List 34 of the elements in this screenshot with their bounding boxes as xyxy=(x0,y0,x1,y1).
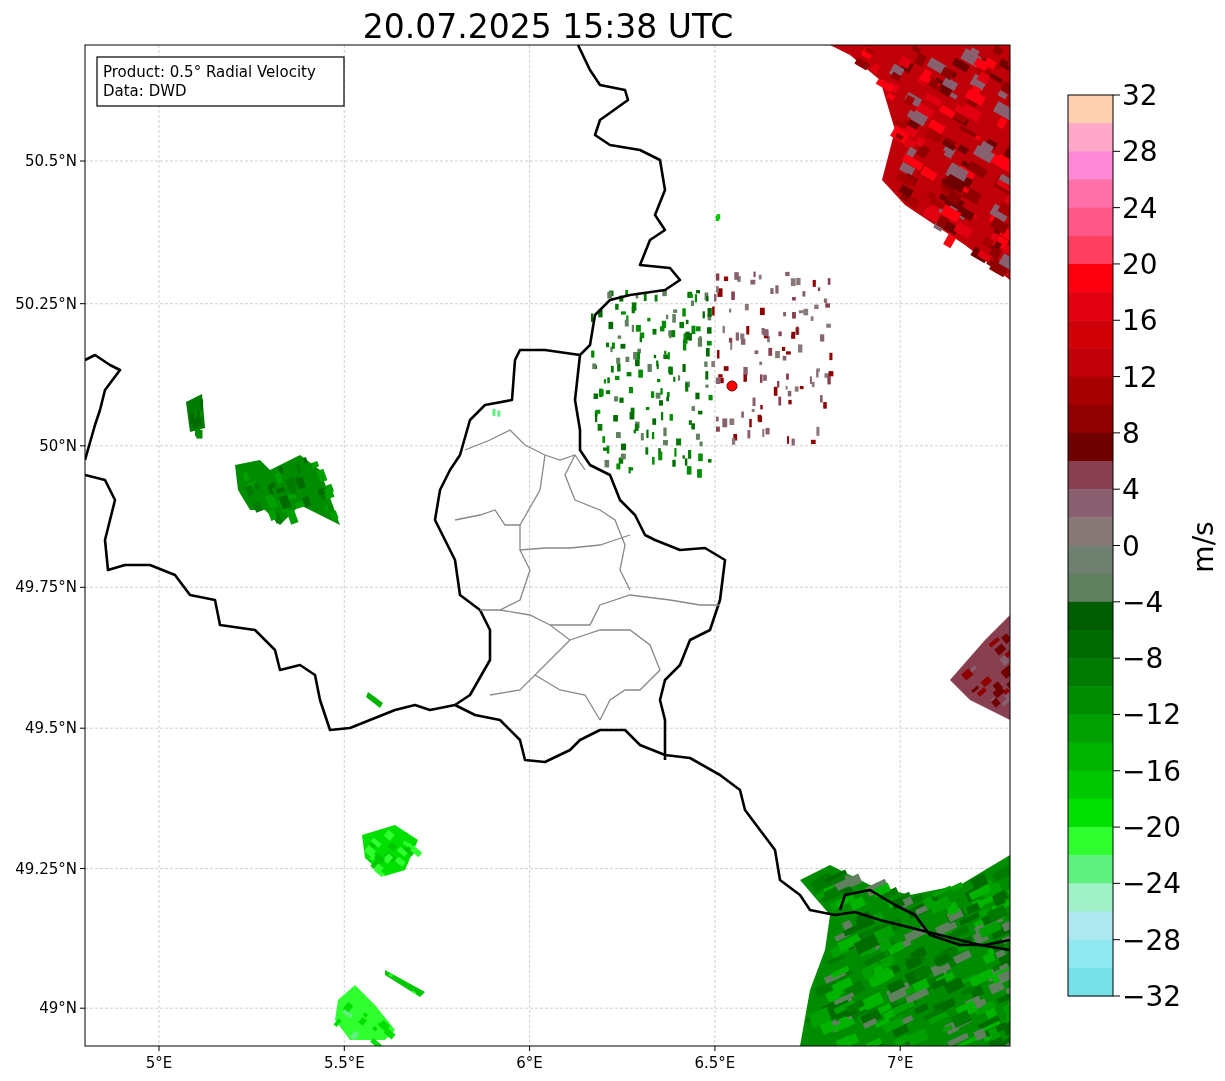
colorbar-tick-label: 32 xyxy=(1122,79,1158,112)
colorbar-tick-label: 20 xyxy=(1122,247,1158,281)
colorbar-unit-label: m/s xyxy=(1187,521,1220,573)
y-tick-label: 49.5°N xyxy=(24,719,77,738)
x-tick-label: 6.5°E xyxy=(694,1054,736,1072)
x-tick-label: 5°E xyxy=(145,1054,173,1072)
colorbar-tick-label: −24 xyxy=(1122,867,1182,901)
colorbar-tick-label: −32 xyxy=(1122,980,1182,1013)
colorbar-tick-label: −28 xyxy=(1122,923,1182,957)
y-tick-label: 50°N xyxy=(39,436,77,455)
y-tick-label: 49.75°N xyxy=(15,578,77,597)
colorbar-tick-label: 0 xyxy=(1122,529,1140,563)
y-tick-label: 49°N xyxy=(39,999,77,1018)
radar-site-marker xyxy=(726,380,738,392)
colorbar-tick-label: 12 xyxy=(1122,360,1158,394)
info-text: Data: DWD xyxy=(103,82,187,100)
colorbar-tick-label: 16 xyxy=(1122,304,1158,338)
x-tick-label: 7°E xyxy=(886,1054,914,1072)
chart-title: 20.07.2025 15:38 UTC xyxy=(362,7,734,46)
colorbar-tick-label: 28 xyxy=(1122,135,1158,169)
y-tick-label: 49.25°N xyxy=(15,859,77,878)
colorbar-tick-label: 8 xyxy=(1122,416,1140,450)
colorbar-tick-label: 24 xyxy=(1122,191,1158,225)
x-tick-label: 6°E xyxy=(516,1054,543,1072)
y-tick-label: 50.5°N xyxy=(24,152,77,170)
colorbar-tick-label: −4 xyxy=(1122,585,1164,619)
x-tick-label: 5.5°E xyxy=(323,1054,365,1072)
colorbar-tick-label: −8 xyxy=(1122,642,1164,676)
y-tick-label: 50.25°N xyxy=(15,294,77,313)
colorbar-tick-label: −12 xyxy=(1122,698,1182,732)
colorbar-tick-label: 4 xyxy=(1122,473,1140,507)
colorbar-tick-label: −20 xyxy=(1122,811,1182,845)
colorbar-tick-label: −16 xyxy=(1122,754,1182,788)
info-text: Product: 0.5° Radial Velocity xyxy=(103,63,316,81)
